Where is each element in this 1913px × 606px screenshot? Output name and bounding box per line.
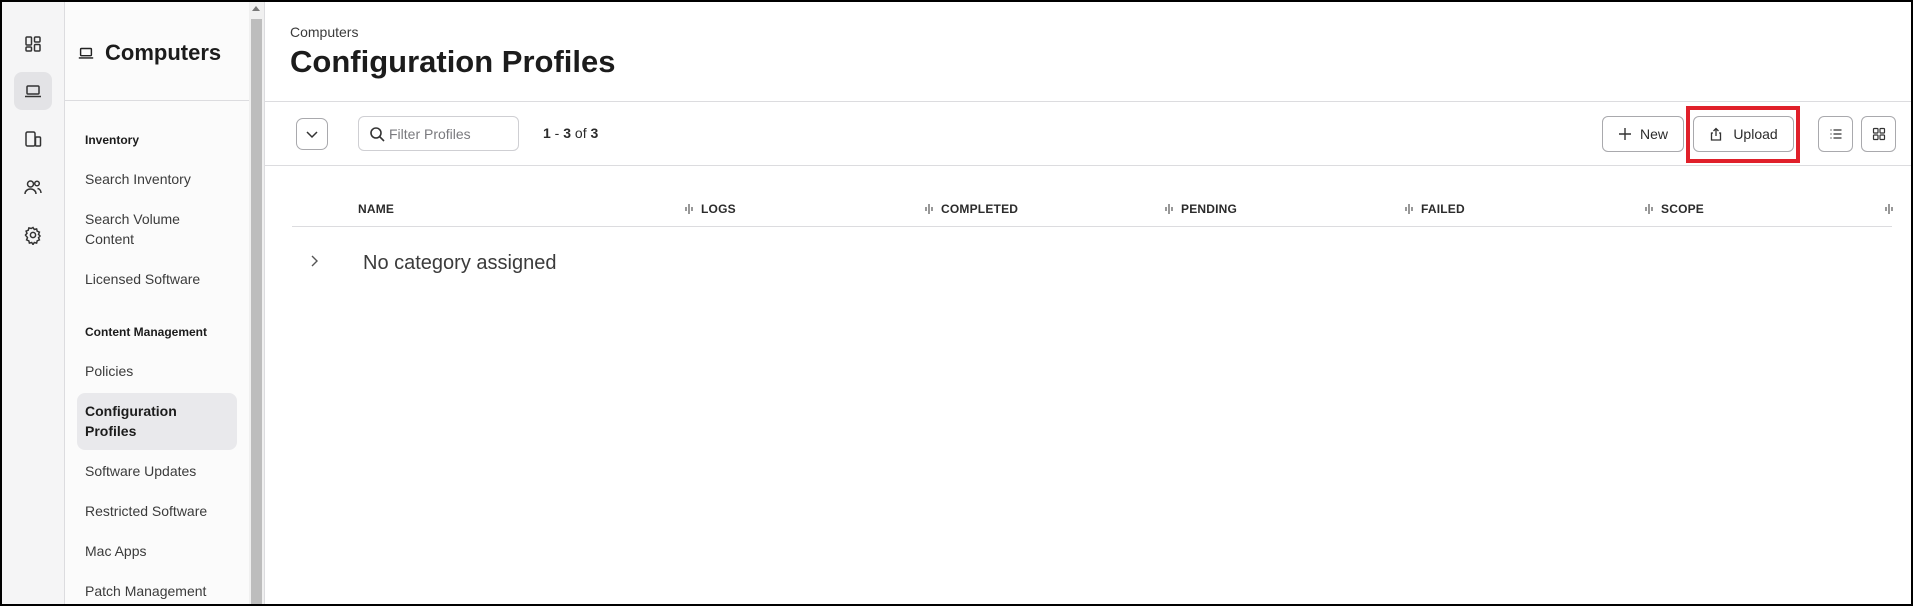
sidebar-item-software-updates[interactable]: Software Updates <box>77 461 237 481</box>
plus-icon <box>1618 128 1631 140</box>
filter-profiles-search[interactable] <box>358 116 519 151</box>
group-row-label[interactable]: No category assigned <box>363 252 556 275</box>
sidebar-header: Computers <box>65 2 249 101</box>
divider <box>264 2 265 604</box>
sidebar-item-search-volume-content[interactable]: Search Volume Content <box>77 209 237 249</box>
count-total: 3 <box>590 125 599 141</box>
sidebar-title: Computers <box>105 40 222 65</box>
sidebar-item-restricted-software[interactable]: Restricted Software <box>77 501 237 521</box>
filter-profiles-input[interactable] <box>389 123 514 145</box>
count-end: 3 <box>563 125 572 141</box>
laptop-icon[interactable] <box>14 72 52 110</box>
table-header-divider <box>292 226 1892 227</box>
column-resize-icon[interactable] <box>1404 203 1414 215</box>
page-title: Configuration Profiles <box>290 44 616 79</box>
sidebar-scrollbar-thumb[interactable] <box>251 19 262 604</box>
settings-gear-icon[interactable] <box>14 216 52 254</box>
column-resize-icon[interactable] <box>1644 203 1654 215</box>
count-sep: - <box>550 125 564 141</box>
column-header-name[interactable]: NAME <box>358 202 394 216</box>
sidebar: Computers Inventory Search Inventory Sea… <box>65 2 249 604</box>
column-resize-icon[interactable] <box>1884 203 1894 215</box>
column-header-completed[interactable]: COMPLETED <box>941 202 1018 216</box>
sidebar-item-mac-apps[interactable]: Mac Apps <box>77 541 237 561</box>
column-resize-icon[interactable] <box>1164 203 1174 215</box>
column-header-failed[interactable]: FAILED <box>1421 202 1465 216</box>
scroll-up-arrow-icon[interactable] <box>252 6 260 11</box>
app-window: Computers Inventory Search Inventory Sea… <box>0 0 1913 606</box>
chevron-right-icon[interactable] <box>308 254 320 268</box>
new-button[interactable]: New <box>1602 116 1684 152</box>
icon-rail <box>2 2 65 604</box>
column-resize-icon[interactable] <box>924 203 934 215</box>
results-count: 1 - 3 of 3 <box>543 125 598 141</box>
sidebar-item-patch-management[interactable]: Patch Management <box>77 581 237 601</box>
sidebar-item-policies[interactable]: Policies <box>77 361 237 381</box>
column-header-scope[interactable]: SCOPE <box>1661 202 1704 216</box>
grid-view-icon <box>1872 127 1885 141</box>
column-resize-icon[interactable] <box>684 203 694 215</box>
breadcrumb[interactable]: Computers <box>290 24 358 40</box>
collapse-toggle-button[interactable] <box>296 118 328 150</box>
count-start: 1 <box>543 125 551 141</box>
count-of: of <box>571 125 591 141</box>
upload-highlight <box>1686 106 1800 163</box>
sidebar-item-licensed-software[interactable]: Licensed Software <box>77 269 237 289</box>
sidebar-item-configuration-profiles[interactable]: Configuration Profiles <box>77 393 237 450</box>
column-header-logs[interactable]: LOGS <box>701 202 736 216</box>
list-view-button[interactable] <box>1818 116 1853 152</box>
grid-view-button[interactable] <box>1861 116 1896 152</box>
chevron-down-icon <box>306 131 318 139</box>
section-label-content-management: Content Management <box>85 325 208 339</box>
new-button-label: New <box>1639 126 1668 142</box>
section-label-inventory: Inventory <box>85 133 140 147</box>
dashboard-icon[interactable] <box>14 25 52 63</box>
devices-icon[interactable] <box>14 120 52 158</box>
column-header-pending[interactable]: PENDING <box>1181 202 1237 216</box>
divider <box>265 101 1911 102</box>
laptop-icon <box>78 47 94 59</box>
divider <box>265 165 1911 166</box>
sidebar-item-search-inventory[interactable]: Search Inventory <box>77 169 237 189</box>
users-icon[interactable] <box>14 168 52 206</box>
list-view-icon <box>1830 129 1841 139</box>
search-icon <box>370 127 385 142</box>
